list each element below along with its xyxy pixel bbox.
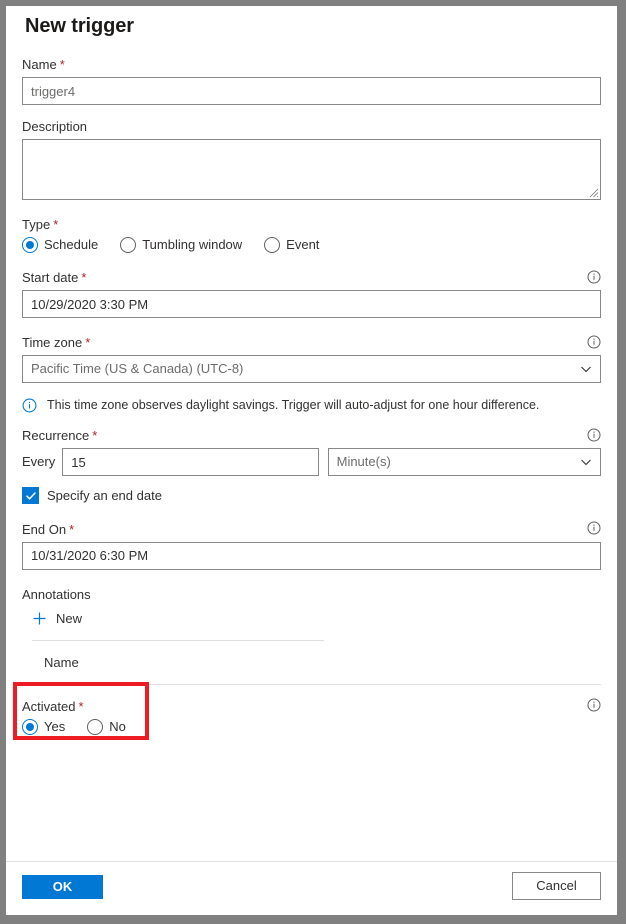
description-label-row: Description	[22, 118, 601, 135]
recurrence-row: Every Minute(s)	[22, 448, 601, 476]
specify-end-date-checkbox-row[interactable]: Specify an end date	[22, 487, 162, 504]
radio-event-icon[interactable]	[264, 237, 281, 253]
recurrence-info-icon[interactable]	[586, 427, 601, 442]
panel-footer: OK Cancel	[6, 862, 617, 915]
field-specify-end-date: Specify an end date	[22, 487, 601, 507]
activated-option-no[interactable]: No	[87, 718, 126, 735]
type-option-event-label: Event	[286, 237, 320, 252]
ok-button[interactable]: OK	[22, 875, 103, 899]
type-required-asterisk: *	[53, 217, 59, 232]
field-type: Type * Schedule Tumbling window Event	[22, 216, 601, 253]
field-start-date: Start date *	[22, 269, 601, 318]
field-activated: Activated * Yes No	[22, 698, 601, 735]
annotations-label-row: Annotations	[22, 586, 601, 603]
radio-no-icon[interactable]	[87, 718, 104, 735]
checkmark-icon	[25, 491, 36, 500]
activated-option-yes-label: Yes	[44, 718, 66, 734]
end-on-input[interactable]	[22, 541, 601, 570]
name-input[interactable]	[22, 77, 601, 105]
panel-content: New trigger Name * Description	[6, 6, 617, 862]
end-on-required-asterisk: *	[69, 521, 75, 537]
activated-info-icon[interactable]	[586, 698, 601, 713]
recurrence-unit-value: Minute(s)	[336, 454, 391, 469]
start-date-label: Start date	[22, 270, 79, 285]
type-label: Type	[22, 217, 51, 232]
end-on-info-icon[interactable]	[586, 521, 601, 536]
annotations-column-header-name: Name	[44, 654, 79, 670]
radio-tumbling-window-icon[interactable]	[120, 237, 137, 253]
type-option-schedule-label: Schedule	[44, 237, 99, 252]
field-time-zone: Time zone * Pacific Time (US & Canada) (…	[22, 334, 601, 383]
type-option-event[interactable]: Event	[264, 237, 319, 253]
specify-end-date-checkbox[interactable]	[22, 487, 39, 504]
activated-radio-group: Yes No	[22, 718, 601, 735]
annotations-new-label: New	[56, 610, 83, 626]
time-zone-selected-value: Pacific Time (US & Canada) (UTC-8)	[31, 361, 244, 376]
recurrence-interval-input[interactable]	[62, 448, 319, 476]
activated-option-yes[interactable]: Yes	[22, 718, 66, 735]
recurrence-label-row: Recurrence *	[22, 427, 601, 444]
info-icon	[22, 398, 37, 413]
chevron-down-icon	[581, 459, 591, 466]
name-label: Name	[22, 57, 57, 72]
time-zone-required-asterisk: *	[85, 335, 91, 350]
field-recurrence: Recurrence * Every Minute(s)	[22, 427, 601, 476]
type-option-schedule[interactable]: Schedule	[22, 237, 98, 253]
daylight-savings-text: This time zone observes daylight savings…	[47, 398, 540, 412]
activated-label-row: Activated *	[22, 698, 601, 715]
recurrence-label: Recurrence	[22, 428, 90, 443]
annotations-label: Annotations	[22, 586, 91, 602]
description-label: Description	[22, 119, 88, 134]
plus-icon	[33, 612, 46, 624]
recurrence-unit-dropdown[interactable]: Minute(s)	[327, 448, 601, 476]
annotations-top-divider	[32, 639, 324, 641]
name-label-row: Name *	[22, 56, 601, 73]
start-date-label-row: Start date *	[22, 269, 601, 286]
daylight-savings-notice: This time zone observes daylight savings…	[22, 397, 601, 413]
page-title: New trigger	[25, 15, 134, 37]
activated-option-no-label: No	[109, 718, 126, 734]
annotations-bottom-divider	[22, 683, 601, 685]
start-date-info-icon[interactable]	[586, 269, 601, 284]
new-trigger-panel: New trigger Name * Description	[6, 6, 617, 915]
chevron-down-icon	[581, 366, 591, 373]
description-textarea[interactable]	[22, 139, 601, 200]
time-zone-label: Time zone	[22, 335, 83, 350]
name-required-asterisk: *	[59, 57, 65, 72]
radio-schedule-icon[interactable]	[22, 237, 38, 253]
type-option-tumbling-window-label: Tumbling window	[142, 237, 243, 252]
cancel-button[interactable]: Cancel	[512, 872, 601, 900]
field-description: Description	[22, 118, 601, 200]
time-zone-dropdown[interactable]: Pacific Time (US & Canada) (UTC-8)	[22, 355, 601, 383]
type-label-row: Type *	[22, 216, 601, 233]
specify-end-date-label: Specify an end date	[47, 488, 162, 503]
field-name: Name *	[22, 56, 601, 105]
start-date-input[interactable]	[22, 290, 601, 318]
type-radio-group: Schedule Tumbling window Event	[22, 237, 601, 253]
time-zone-info-icon[interactable]	[586, 334, 601, 349]
type-option-tumbling-window[interactable]: Tumbling window	[120, 237, 242, 253]
end-on-label: End On	[22, 521, 67, 537]
annotations-new-button[interactable]: New	[32, 611, 82, 626]
time-zone-label-row: Time zone *	[22, 334, 601, 351]
field-annotations: Annotations New Name	[22, 586, 601, 685]
recurrence-every-label: Every	[22, 454, 56, 469]
end-on-label-row: End On *	[22, 521, 601, 538]
activated-label: Activated	[22, 698, 76, 714]
recurrence-required-asterisk: *	[92, 428, 98, 443]
field-end-on: End On *	[22, 521, 601, 570]
activated-required-asterisk: *	[78, 698, 84, 714]
start-date-required-asterisk: *	[81, 270, 87, 285]
radio-yes-icon[interactable]	[22, 718, 38, 735]
description-textarea-wrap	[22, 139, 601, 200]
window-frame: New trigger Name * Description	[0, 0, 626, 924]
